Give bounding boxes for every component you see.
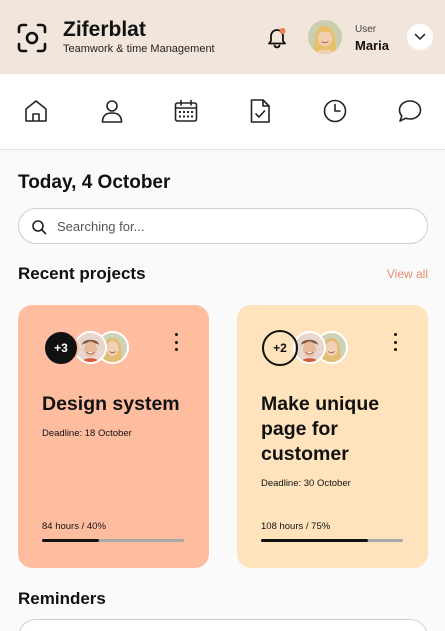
- progress-bar: [261, 539, 403, 542]
- nav-item-tasks[interactable]: [245, 96, 275, 126]
- app-header: Ziferblat Teamwork & time Management Use…: [0, 0, 445, 74]
- home-icon: [25, 100, 47, 122]
- reminder-item[interactable]: [18, 619, 428, 631]
- user-name: Maria: [355, 38, 389, 53]
- search-icon: [32, 220, 47, 235]
- member-count-badge: +2: [262, 330, 298, 366]
- progress-fill: [42, 539, 99, 542]
- recent-projects-title: Recent projects: [18, 264, 146, 283]
- nav-item-calendar[interactable]: [171, 96, 201, 126]
- app-name: Ziferblat: [63, 18, 146, 41]
- project-title: Design system: [42, 393, 180, 415]
- calendar-icon: [174, 99, 198, 122]
- user-role: User: [355, 24, 377, 35]
- chevron-down-icon: [414, 33, 426, 40]
- user-avatar[interactable]: [308, 20, 342, 54]
- more-vertical-icon[interactable]: [171, 333, 181, 351]
- nav-item-profile[interactable]: [97, 96, 127, 126]
- reminders-title: Reminders: [18, 589, 106, 608]
- project-title: Make unique page for customer: [261, 393, 380, 465]
- nav-item-messages[interactable]: [395, 96, 425, 126]
- project-card[interactable]: +2 Make unique page for customer Deadlin…: [237, 305, 428, 568]
- view-all-link[interactable]: View all: [387, 267, 428, 281]
- chat-icon: [398, 100, 422, 122]
- page-title: Today, 4 October: [18, 172, 171, 193]
- more-vertical-icon[interactable]: [390, 333, 400, 351]
- user-menu-toggle[interactable]: [407, 24, 433, 50]
- clock-icon: [323, 99, 347, 123]
- nav-item-time[interactable]: [320, 96, 350, 126]
- search-bar[interactable]: [18, 208, 428, 244]
- project-hours: 84 hours / 40%: [42, 521, 106, 532]
- app-tagline: Teamwork & time Management: [63, 43, 215, 55]
- document-check-icon: [250, 99, 270, 123]
- nav-item-home[interactable]: [21, 96, 51, 126]
- main-navigation: [0, 74, 445, 150]
- progress-bar: [42, 539, 184, 542]
- project-hours: 108 hours / 75%: [261, 521, 331, 532]
- progress-fill: [261, 539, 368, 542]
- project-deadline: Deadline: 18 October: [42, 428, 132, 439]
- project-card[interactable]: +3 Design system Deadline: 18 October 84…: [18, 305, 209, 568]
- member-count-badge: +3: [43, 330, 79, 366]
- notification-bell-icon[interactable]: [264, 24, 290, 50]
- notification-dot: [279, 28, 286, 34]
- project-deadline: Deadline: 30 October: [261, 478, 351, 489]
- focus-logo-icon: [17, 23, 47, 53]
- user-icon: [101, 100, 123, 123]
- search-input[interactable]: [57, 209, 417, 243]
